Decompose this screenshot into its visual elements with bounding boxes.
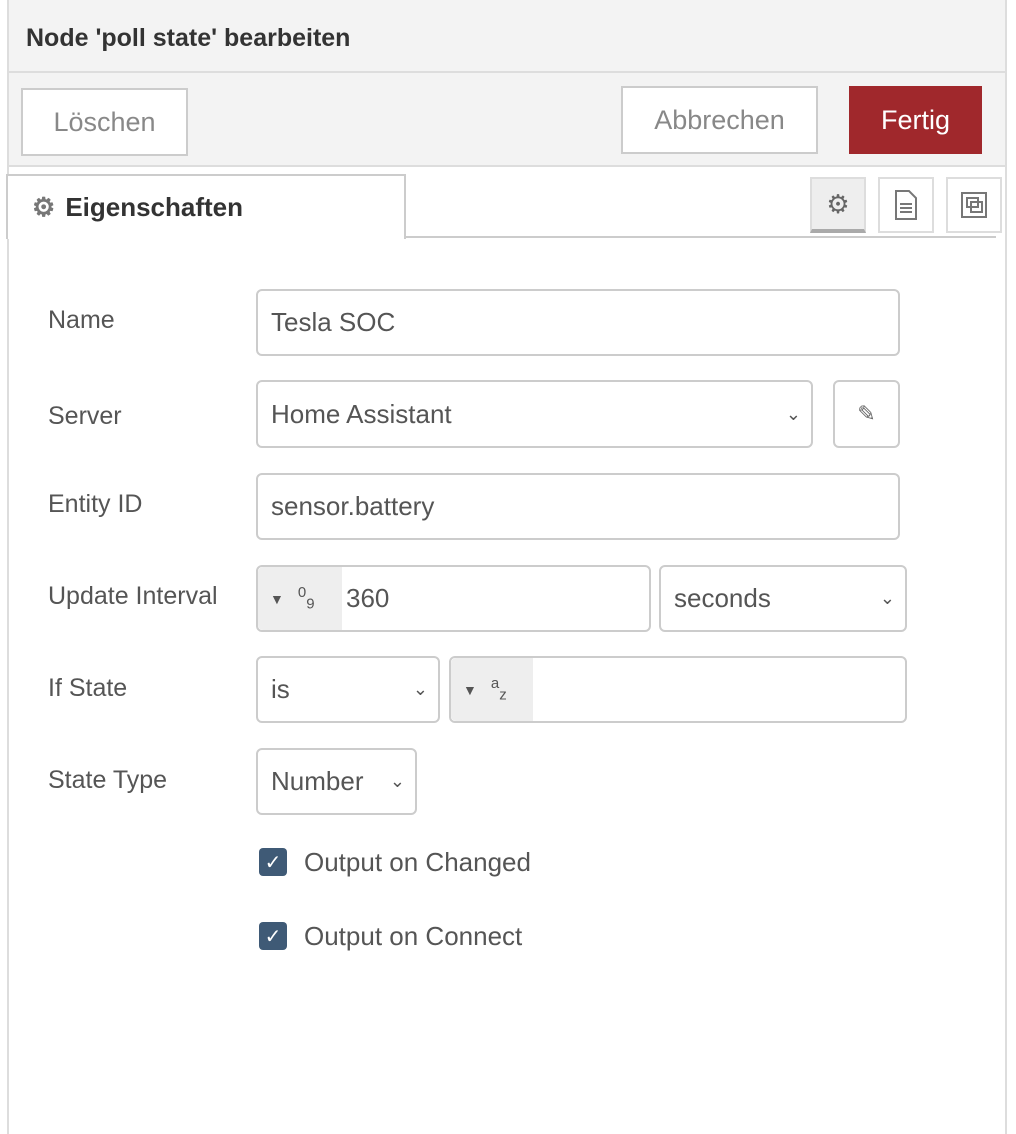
frame-icon — [961, 192, 987, 218]
interval-label: Update Interval — [48, 582, 218, 610]
check-icon: ✓ — [264, 851, 282, 874]
output-connect-checkbox[interactable]: ✓ — [259, 922, 287, 950]
edit-server-button[interactable]: ✎ — [833, 380, 900, 448]
caret-down-icon: ▼ — [463, 681, 477, 698]
cancel-button[interactable]: Abbrechen — [621, 86, 818, 154]
document-icon — [895, 190, 917, 220]
if-state-label: If State — [48, 674, 128, 702]
server-select[interactable]: Home Assistant ⌄ — [256, 380, 813, 448]
number-type-icon: 09 — [297, 584, 315, 613]
dialog-toolbar: Löschen Abbrechen Fertig — [9, 73, 1005, 167]
output-changed-label: Output on Changed — [304, 847, 531, 877]
tab-divider — [406, 236, 996, 238]
tab-label: Eigenschaften — [65, 192, 244, 222]
dialog-title: Node 'poll state' bearbeiten — [26, 24, 351, 52]
name-value: Tesla SOC — [271, 307, 396, 337]
if-state-value-input[interactable]: ▼ az — [449, 656, 907, 723]
gear-icon: ⚙ — [826, 188, 850, 219]
appearance-tab-icon[interactable] — [946, 177, 1002, 233]
state-type-label: State Type — [48, 766, 168, 794]
name-label: Name — [48, 306, 115, 334]
chevron-down-icon: ⌄ — [879, 588, 895, 608]
gear-icon: ⚙ — [32, 192, 56, 222]
check-icon: ✓ — [264, 925, 282, 948]
dialog-header: Node 'poll state' bearbeiten — [9, 0, 1005, 73]
type-selector[interactable]: ▼ 09 — [258, 567, 342, 630]
entity-input[interactable]: sensor.battery — [256, 473, 900, 540]
entity-value: sensor.battery — [271, 491, 435, 521]
settings-tab-icon[interactable]: ⚙ — [810, 177, 866, 233]
if-state-operator-select[interactable]: is ⌄ — [256, 656, 440, 723]
caret-down-icon: ▼ — [270, 590, 284, 607]
interval-input[interactable]: ▼ 09 360 — [256, 565, 651, 632]
interval-unit-value: seconds — [674, 583, 771, 613]
description-tab-icon[interactable] — [878, 177, 934, 233]
delete-button[interactable]: Löschen — [21, 88, 188, 156]
interval-unit-select[interactable]: seconds ⌄ — [659, 565, 907, 632]
if-state-operator-value: is — [271, 674, 290, 704]
name-input[interactable]: Tesla SOC — [256, 289, 900, 356]
state-type-value: Number — [271, 766, 364, 796]
state-type-select[interactable]: Number ⌄ — [256, 748, 417, 815]
interval-value: 360 — [346, 583, 390, 613]
done-button[interactable]: Fertig — [849, 86, 982, 154]
chevron-down-icon: ⌄ — [785, 403, 801, 424]
entity-label: Entity ID — [48, 490, 143, 518]
string-type-icon: az — [490, 675, 507, 704]
output-changed-checkbox[interactable]: ✓ — [259, 848, 287, 876]
type-selector[interactable]: ▼ az — [451, 658, 533, 721]
pencil-icon: ✎ — [857, 401, 876, 426]
chevron-down-icon: ⌄ — [412, 679, 428, 699]
server-label: Server — [48, 402, 122, 430]
tab-properties[interactable]: ⚙ Eigenschaften — [6, 174, 406, 239]
chevron-down-icon: ⌄ — [389, 771, 405, 791]
output-connect-label: Output on Connect — [304, 921, 523, 951]
server-value: Home Assistant — [271, 398, 452, 429]
